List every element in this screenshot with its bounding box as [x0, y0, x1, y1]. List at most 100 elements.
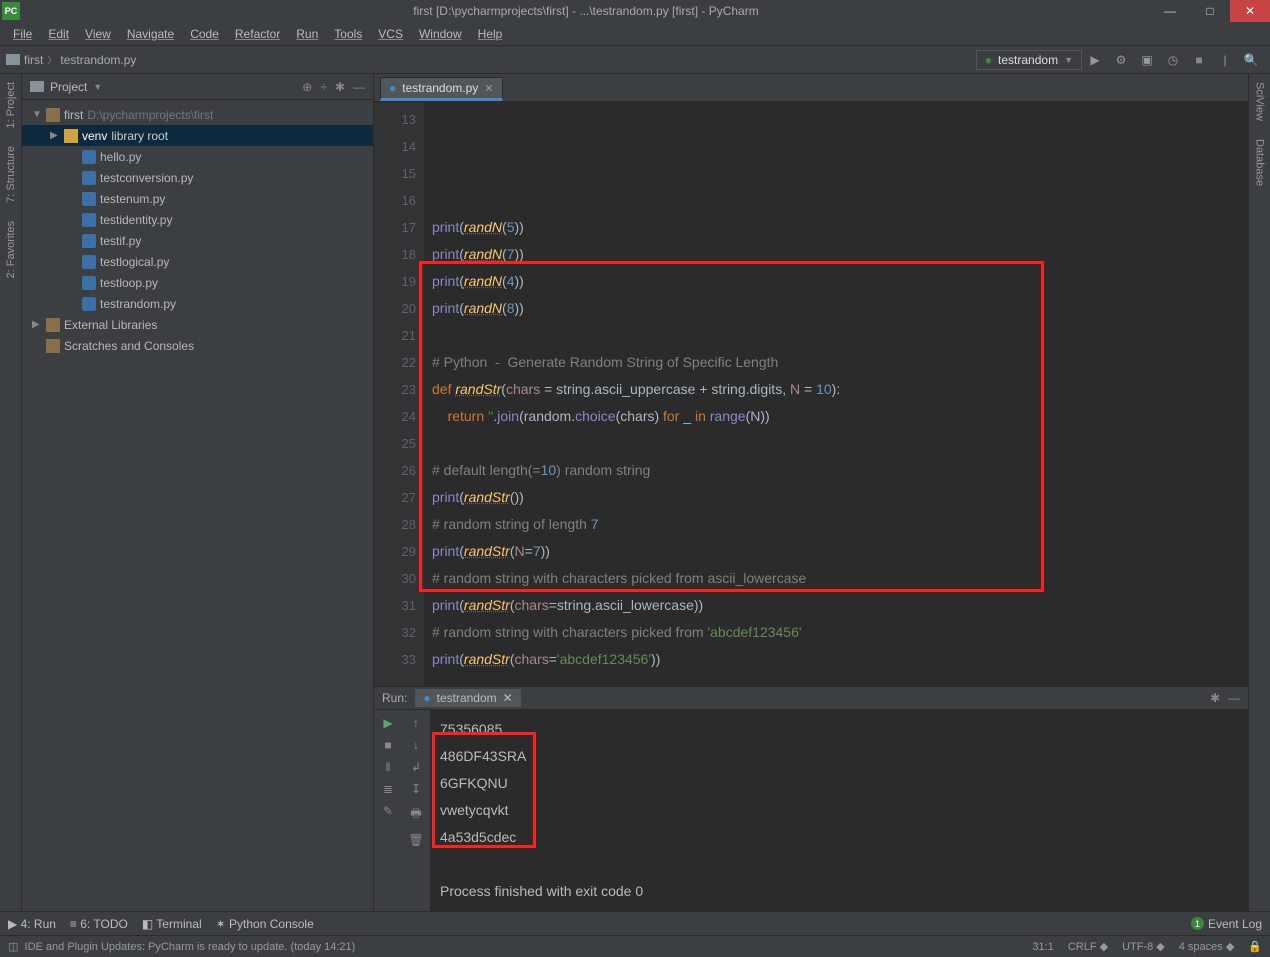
code-line[interactable] — [432, 673, 1248, 686]
tree-row[interactable]: testloop.py — [22, 272, 373, 293]
code-line[interactable]: def randStr(chars = string.ascii_upperca… — [432, 376, 1248, 403]
indent[interactable]: 4 spaces ◆ — [1179, 940, 1235, 953]
trash-icon[interactable]: 🗑 — [408, 833, 423, 847]
menu-vcs[interactable]: VCS — [371, 25, 410, 43]
bottom-tab[interactable]: ✶ Python Console — [216, 917, 314, 931]
hide-icon[interactable]: — — [353, 80, 365, 94]
code-text[interactable]: print(randN(5))print(randN(7))print(rand… — [424, 102, 1248, 686]
tree-row[interactable]: testlogical.py — [22, 251, 373, 272]
status-icon[interactable]: ◫ — [8, 940, 18, 953]
menu-tools[interactable]: Tools — [327, 25, 369, 43]
bottom-tab[interactable]: ▶ 4: Run — [8, 917, 56, 931]
rerun-icon[interactable]: ▶ — [383, 716, 392, 730]
menu-help[interactable]: Help — [471, 25, 510, 43]
chevron-down-icon[interactable]: ▼ — [93, 82, 102, 92]
arrow-icon[interactable]: ▶ — [50, 130, 60, 141]
project-panel-title[interactable]: Project — [50, 80, 87, 94]
tree-row[interactable]: ▶venv library root — [22, 125, 373, 146]
code-line[interactable]: # Python - Generate Random String of Spe… — [432, 349, 1248, 376]
code-line[interactable]: print(randN(7)) — [432, 241, 1248, 268]
code-line[interactable]: print(randStr()) — [432, 484, 1248, 511]
coverage-button[interactable]: ▣ — [1136, 49, 1158, 71]
gear-icon[interactable]: ✱ — [335, 80, 345, 94]
code-line[interactable]: # default length(=10) random string — [432, 457, 1248, 484]
locate-icon[interactable]: ⊕ — [302, 80, 312, 94]
line-ending[interactable]: CRLF ◆ — [1068, 940, 1108, 953]
breadcrumb-file[interactable]: testrandom.py — [60, 53, 136, 67]
project-tree[interactable]: ▼first D:\pycharmprojects\first▶venv lib… — [22, 100, 373, 911]
wrap-icon[interactable]: ↲ — [411, 760, 421, 774]
tool-project[interactable]: 1: Project — [5, 82, 17, 128]
code-line[interactable] — [432, 322, 1248, 349]
code-line[interactable]: print(randStr(chars=string.ascii_lowerca… — [432, 592, 1248, 619]
up-icon[interactable]: ↑ — [413, 716, 419, 730]
run-button[interactable]: ▶ — [1084, 49, 1106, 71]
menu-refactor[interactable]: Refactor — [228, 25, 287, 43]
code-editor[interactable]: 1314151617181920212223242526272829303132… — [374, 102, 1248, 686]
minimize-button[interactable]: — — [1150, 0, 1190, 22]
bottom-tab[interactable]: ≡ 6: TODO — [70, 917, 128, 931]
encoding[interactable]: UTF-8 ◆ — [1122, 940, 1165, 953]
stop-button[interactable]: ■ — [1188, 49, 1210, 71]
menu-navigate[interactable]: Navigate — [120, 25, 181, 43]
code-line[interactable] — [432, 187, 1248, 214]
menu-code[interactable]: Code — [183, 25, 226, 43]
stop-icon[interactable]: ■ — [384, 738, 391, 752]
code-line[interactable]: print(randStr(chars='abcdef123456')) — [432, 646, 1248, 673]
gear-icon[interactable]: ✱ — [1210, 691, 1220, 705]
run-tab[interactable]: ● testrandom ✕ — [415, 689, 520, 707]
menu-file[interactable]: File — [6, 25, 39, 43]
print-icon[interactable]: 🖶 — [410, 804, 421, 825]
tree-row[interactable]: ▼first D:\pycharmprojects\first — [22, 104, 373, 125]
run-configuration-select[interactable]: ● testrandom ▼ — [976, 50, 1082, 70]
scroll-icon[interactable]: ↧ — [411, 782, 421, 796]
line-gutter[interactable]: 1314151617181920212223242526272829303132… — [374, 102, 424, 686]
tool-structure[interactable]: 7: Structure — [5, 146, 17, 203]
code-line[interactable] — [432, 430, 1248, 457]
code-line[interactable]: print(randN(4)) — [432, 268, 1248, 295]
tool-database[interactable]: Database — [1254, 139, 1266, 186]
code-line[interactable]: print(randN(5)) — [432, 214, 1248, 241]
profile-button[interactable]: ◷ — [1162, 49, 1184, 71]
tree-row[interactable]: Scratches and Consoles — [22, 335, 373, 356]
tree-row[interactable]: testrandom.py — [22, 293, 373, 314]
hide-icon[interactable]: — — [1228, 691, 1240, 705]
tree-row[interactable]: testidentity.py — [22, 209, 373, 230]
menu-window[interactable]: Window — [412, 25, 469, 43]
tool-favorites[interactable]: 2: Favorites — [5, 221, 17, 278]
menu-edit[interactable]: Edit — [41, 25, 76, 43]
arrow-icon[interactable]: ▶ — [32, 319, 42, 330]
close-icon[interactable]: ✕ — [503, 691, 513, 705]
close-button[interactable]: ✕ — [1230, 0, 1270, 22]
code-line[interactable]: return ''.join(random.choice(chars) for … — [432, 403, 1248, 430]
code-line[interactable]: # random string of length 7 — [432, 511, 1248, 538]
breadcrumb-root[interactable]: first — [24, 53, 43, 67]
tree-row[interactable]: testif.py — [22, 230, 373, 251]
menu-view[interactable]: View — [78, 25, 118, 43]
tree-row[interactable]: ▶External Libraries — [22, 314, 373, 335]
tree-row[interactable]: hello.py — [22, 146, 373, 167]
close-tab-icon[interactable]: ✕ — [484, 82, 493, 95]
tree-row[interactable]: testenum.py — [22, 188, 373, 209]
tool-sciview[interactable]: SciView — [1254, 82, 1266, 121]
bottom-tab[interactable]: ◧ Terminal — [142, 917, 202, 931]
editor-tab[interactable]: ● testrandom.py ✕ — [380, 77, 503, 101]
code-line[interactable]: print(randStr(N=7)) — [432, 538, 1248, 565]
console-output[interactable]: 75356085486DF43SRA6GFKQNUvwetycqvkt4a53d… — [430, 710, 1248, 911]
pin-icon[interactable]: ✎ — [383, 804, 393, 818]
debug-button[interactable]: ⚙ — [1110, 49, 1132, 71]
search-button[interactable]: 🔍 — [1240, 49, 1262, 71]
lock-icon[interactable]: 🔒 — [1248, 940, 1262, 953]
event-log-button[interactable]: 1Event Log — [1191, 917, 1262, 931]
dump-icon[interactable]: ≣ — [383, 782, 393, 796]
arrow-icon[interactable]: ▼ — [32, 109, 42, 120]
tree-row[interactable]: testconversion.py — [22, 167, 373, 188]
code-line[interactable]: # random string with characters picked f… — [432, 619, 1248, 646]
maximize-button[interactable]: □ — [1190, 0, 1230, 22]
down-icon[interactable]: ↓ — [413, 738, 419, 752]
menu-run[interactable]: Run — [289, 25, 325, 43]
code-line[interactable]: # random string with characters picked f… — [432, 565, 1248, 592]
pause-icon[interactable]: ‖ — [386, 760, 391, 774]
collapse-icon[interactable]: ÷ — [320, 80, 327, 94]
code-line[interactable]: print(randN(8)) — [432, 295, 1248, 322]
